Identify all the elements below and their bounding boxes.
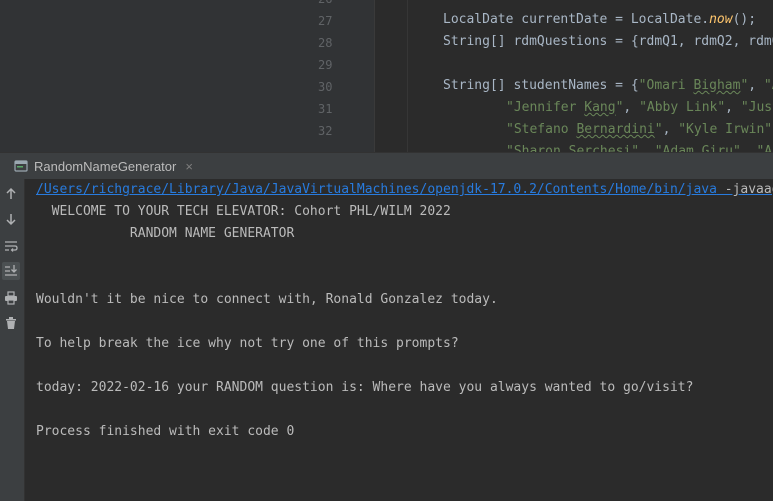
code-token: ,: [748, 78, 764, 93]
string-literal: Bigham: [693, 78, 741, 93]
command-line[interactable]: /Users/richgrace/Library/Java/JavaVirtua…: [36, 182, 773, 197]
command-args: -javaag: [724, 182, 773, 197]
scroll-down-icon[interactable]: [2, 210, 20, 228]
print-icon[interactable]: [2, 289, 20, 307]
run-panel: /Users/richgrace/Library/Java/JavaVirtua…: [0, 179, 773, 501]
console-line-icebreak: To help break the ice why not try one of…: [36, 336, 459, 351]
string-literal: "Jennifer: [506, 100, 585, 115]
editor-side-area: [0, 0, 312, 152]
code-token: ,: [639, 144, 655, 152]
string-literal: "Abby Link": [639, 100, 726, 115]
string-literal: "Sharon Serchesi": [506, 144, 640, 152]
string-literal: ": [654, 122, 663, 137]
line-number: 31: [318, 102, 333, 116]
console-line-exit: Process finished with exit code 0: [36, 424, 295, 439]
code-token: String[] studentNames = {: [443, 78, 639, 93]
string-literal: Bernardini: [576, 122, 655, 137]
line-number: 27: [318, 14, 333, 28]
console-toolbar: [0, 179, 25, 501]
string-literal: "Adam Giru": [654, 144, 741, 152]
code-token: ();: [732, 12, 757, 27]
code-token: String[] rdmQuestions = {rdmQ1, rdmQ2, r…: [443, 34, 773, 49]
string-literal: "A: [763, 78, 773, 93]
code-token: ,: [662, 122, 679, 137]
line-number: 29: [318, 58, 333, 72]
string-literal: Kang: [584, 100, 616, 115]
console-line-question: today: 2022-02-16 your RANDOM question i…: [36, 380, 694, 395]
application-icon: [14, 159, 28, 173]
code-token: ,: [623, 100, 640, 115]
soft-wrap-icon[interactable]: [2, 237, 20, 255]
code-line[interactable]: "Stefano Bernardini", "Kyle Irwin",: [506, 122, 773, 137]
fold-column: [375, 0, 408, 152]
code-token: now: [709, 12, 733, 27]
code-token: ,: [725, 100, 741, 115]
line-number: 26: [318, 0, 362, 6]
line-number: 30: [318, 80, 333, 94]
code-line[interactable]: "Jennifer Kang", "Abby Link", "Just: [506, 100, 773, 115]
console-output[interactable]: /Users/richgrace/Library/Java/JavaVirtua…: [36, 179, 773, 501]
code-editor[interactable]: 26 27 28 29 30 31 32 LocalDate currentDa…: [0, 0, 773, 152]
code-token: LocalDate currentDate = LocalDate.: [443, 12, 710, 27]
console-line-welcome: WELCOME TO YOUR TECH ELEVATOR: Cohort PH…: [36, 204, 451, 219]
java-path-link[interactable]: /Users/richgrace/Library/Java/JavaVirtua…: [36, 182, 717, 197]
line-number: 28: [318, 36, 333, 50]
string-literal: "Just: [740, 100, 773, 115]
string-literal: "Stefano: [506, 122, 577, 137]
run-panel-header: RandomNameGenerator ×: [0, 152, 773, 180]
code-token: ,: [740, 144, 757, 152]
console-line-connect: Wouldn't it be nice to connect with, Ron…: [36, 292, 498, 307]
string-literal: "Omari: [638, 78, 694, 93]
trash-icon[interactable]: [2, 314, 20, 332]
run-tab-label: RandomNameGenerator: [34, 158, 177, 174]
code-line[interactable]: String[] rdmQuestions = {rdmQ1, rdmQ2, r…: [443, 34, 773, 49]
line-number: 32: [318, 124, 333, 138]
code-line[interactable]: "Sharon Serchesi", "Adam Giru", "A: [506, 144, 772, 152]
close-icon[interactable]: ×: [185, 159, 193, 174]
scroll-up-icon[interactable]: [2, 185, 20, 203]
string-literal: "A: [756, 144, 773, 152]
code-line[interactable]: LocalDate currentDate = LocalDate.now();: [443, 12, 756, 27]
scroll-to-end-icon[interactable]: [2, 262, 20, 280]
code-line[interactable]: String[] studentNames = {"Omari Bigham",…: [443, 78, 773, 93]
console-line-subtitle: RANDOM NAME GENERATOR: [36, 226, 295, 241]
run-tab[interactable]: RandomNameGenerator ×: [14, 153, 193, 179]
string-literal: "Kyle Irwin": [678, 122, 773, 137]
